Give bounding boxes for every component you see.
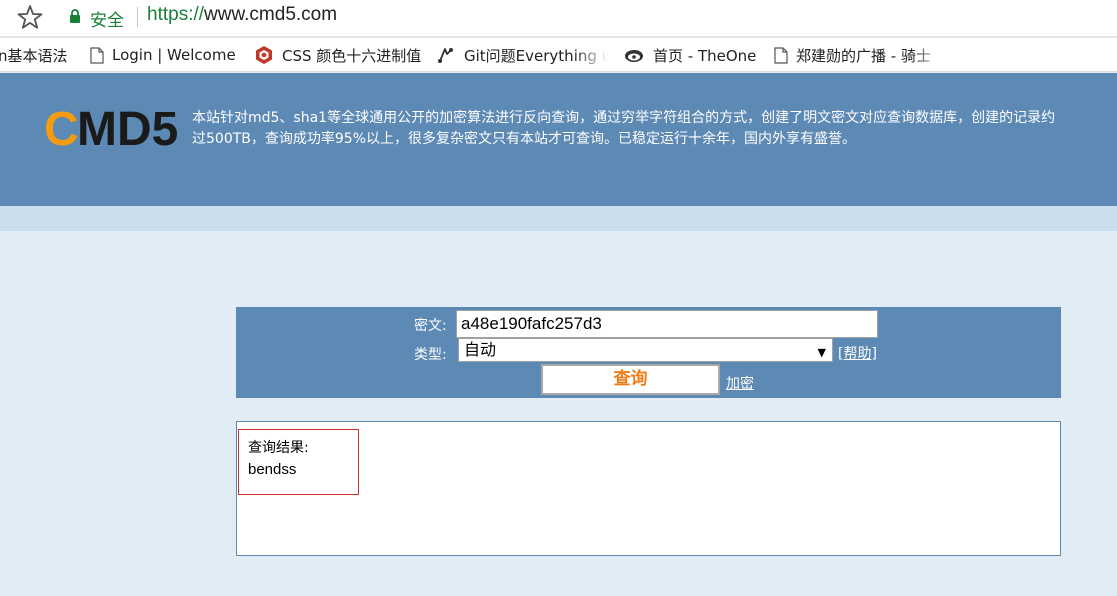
bookmark-item[interactable]: CSS 颜色十六进制值: [254, 45, 434, 65]
description-line: 本站针对md5、sha1等全球通用公开的加密算法进行反向查询，通过穷举字符组合的…: [192, 110, 1056, 126]
bookmark-label: Login | Welcome: [112, 46, 236, 64]
git-icon: [438, 48, 453, 63]
result-value: bendss: [248, 461, 297, 478]
bookmark-item[interactable]: 郑建勋的广播 - 骑士: [774, 45, 946, 65]
help-link-wrapper: [帮助]: [838, 346, 877, 362]
dropdown-arrow-icon: ▼: [817, 346, 826, 359]
bookmark-label: n基本语法: [0, 46, 68, 65]
bookmark-label: 首页 - TheOne: [653, 46, 757, 65]
secure-label: 安全: [90, 11, 124, 31]
result-box: 查询结果: bendss: [238, 429, 359, 495]
description-line: 过500TB，查询成功率95%以上，很多复杂密文只有本站才可查询。已稳定运行十余…: [192, 131, 856, 147]
help-link[interactable]: 帮助: [843, 346, 871, 362]
bookmark-item[interactable]: Login | Welcome: [90, 45, 250, 65]
cipher-input[interactable]: a48e190fafc257d3: [456, 310, 878, 338]
svg-text:C: C: [44, 103, 79, 153]
bookmark-star-icon[interactable]: [16, 3, 44, 31]
url-field[interactable]: https://www.cmd5.com: [147, 4, 337, 26]
bird-icon: [625, 50, 643, 62]
cmd5-logo[interactable]: C MD5: [44, 103, 192, 153]
page-icon: [774, 46, 788, 64]
result-label: 查询结果:: [248, 440, 309, 456]
css-logo-icon: [256, 46, 272, 64]
address-bar: 安全 https://www.cmd5.com: [0, 0, 1117, 37]
bookmark-label: Git问题Everything u: [464, 46, 608, 65]
result-panel: 查询结果: bendss: [236, 421, 1061, 556]
bookmark-item[interactable]: Git问题Everything u: [436, 45, 608, 65]
cipher-label: 密文:: [414, 318, 447, 334]
header-strip: [0, 206, 1117, 231]
page-icon: [90, 46, 104, 64]
address-divider: [137, 7, 138, 27]
type-label: 类型:: [414, 347, 447, 363]
type-select[interactable]: 自动 ▼: [458, 338, 833, 362]
bookmark-item[interactable]: 首页 - TheOne: [623, 45, 763, 65]
url-host: www.cmd5.com: [204, 4, 338, 25]
bookmarks-bar: n基本语法 Login | Welcome CSS 颜色十六进制值 Git问题E…: [0, 38, 1117, 72]
url-scheme: https://: [147, 4, 205, 25]
site-header: C MD5 本站针对md5、sha1等全球通用公开的加密算法进行反向查询，通过穷…: [0, 73, 1117, 206]
lock-icon: [70, 9, 80, 23]
query-form: 密文: a48e190fafc257d3 类型: 自动 ▼ [帮助] 查询 加密: [236, 307, 1061, 398]
svg-text:MD5: MD5: [77, 103, 178, 153]
site-description: 本站针对md5、sha1等全球通用公开的加密算法进行反向查询，通过穷举字符组合的…: [192, 108, 1117, 150]
bookmark-label: CSS 颜色十六进制值: [282, 46, 422, 65]
bookmark-item[interactable]: n基本语法: [0, 45, 68, 65]
type-selected-value: 自动: [464, 340, 497, 359]
encrypt-link[interactable]: 加密: [726, 373, 754, 393]
bookmark-label: 郑建勋的广播 - 骑士: [796, 46, 931, 65]
query-button[interactable]: 查询: [541, 364, 720, 395]
